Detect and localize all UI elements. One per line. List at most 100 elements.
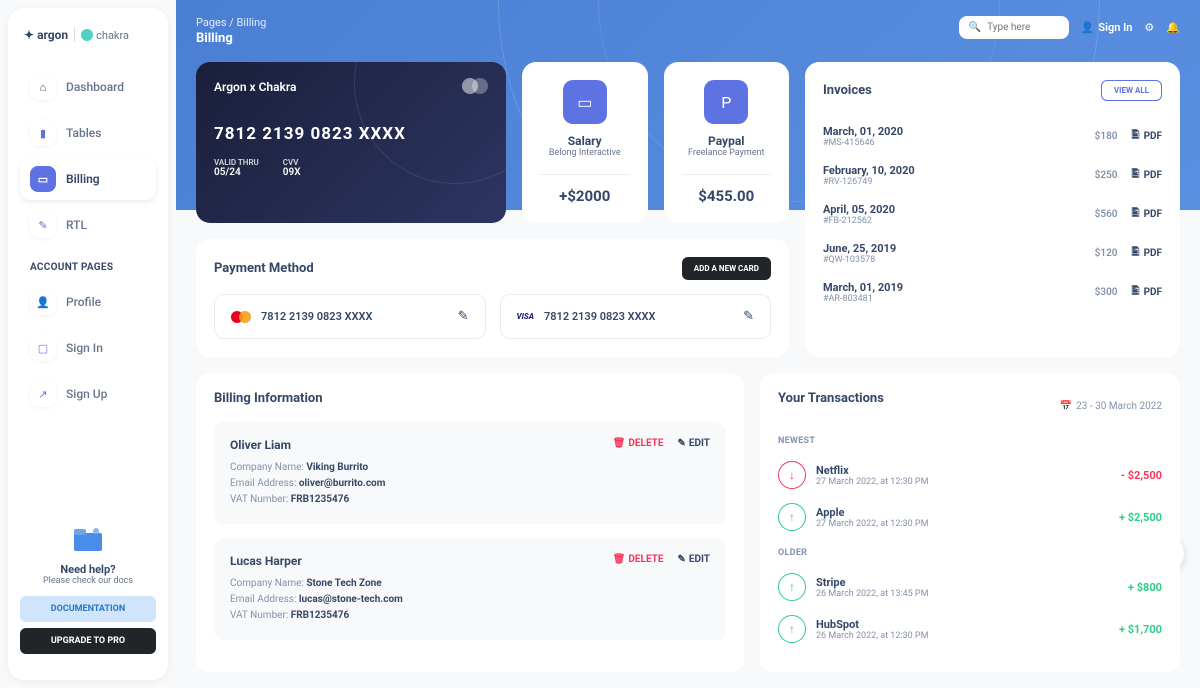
arrow-up-icon: ↑ (778, 573, 806, 601)
pdf-button[interactable]: 🖺PDF (1132, 206, 1162, 223)
calendar-icon: 📅 (1060, 401, 1072, 412)
visa-icon: VISA (517, 312, 534, 321)
transactions-date-range: 📅23 - 30 March 2022 (1060, 401, 1162, 412)
nav-signin[interactable]: ▢Sign In (20, 327, 156, 369)
arrow-up-icon: ↑ (778, 503, 806, 531)
nav-section-account: ACCOUNT PAGES (30, 262, 156, 273)
billing-item: Lucas HarperCompany Name: Stone Tech Zon… (214, 538, 726, 640)
edit-icon[interactable]: ✎ (743, 309, 754, 324)
transaction-row: ↓Netflix27 March 2022, at 12:30 PM- $2,5… (778, 454, 1162, 496)
pdf-button[interactable]: 🖺PDF (1132, 245, 1162, 262)
transaction-time: 26 March 2022, at 13:45 PM (816, 589, 928, 599)
paypal-card: P Paypal Freelance Payment $455.00 (664, 62, 790, 223)
pdf-button[interactable]: 🖺PDF (1132, 167, 1162, 184)
cc-cvv-label: CVV (283, 158, 301, 167)
transaction-name: Apple (816, 506, 928, 519)
document-icon: ▢ (30, 335, 56, 361)
upgrade-button[interactable]: UPGRADE TO PRO (20, 628, 156, 654)
transaction-name: HubSpot (816, 618, 928, 631)
nav-tables[interactable]: ▮Tables (20, 112, 156, 154)
cc-title: Argon x Chakra (214, 80, 488, 94)
transaction-amount: + $1,700 (1119, 623, 1162, 636)
nav-rtl[interactable]: ✎RTL (20, 204, 156, 246)
delete-button[interactable]: 🗑DELETE (613, 438, 664, 449)
invoice-row: March, 01, 2019#AR-803481$300🖺PDF (823, 273, 1162, 312)
nav-signup[interactable]: ↗Sign Up (20, 373, 156, 415)
invoices-card: Invoices VIEW ALL March, 01, 2020#MS-415… (805, 62, 1180, 357)
invoice-row: June, 25, 2019#QW-103578$120🖺PDF (823, 234, 1162, 273)
company-value: Viking Burrito (306, 462, 368, 473)
transaction-time: 27 March 2022, at 12:30 PM (816, 519, 928, 529)
payment-card-mastercard: 7812 2139 0823 XXXX ✎ (214, 294, 486, 339)
pencil-icon: ✎ (678, 554, 686, 565)
edit-icon[interactable]: ✎ (458, 309, 469, 324)
wallet-icon: ▭ (563, 80, 607, 124)
folder-icon (68, 525, 108, 555)
invoice-amount: $300 (1095, 287, 1118, 298)
bell-icon[interactable]: 🔔 (1166, 21, 1180, 34)
invoice-date: February, 10, 2020 (823, 164, 915, 177)
vat-value: FRB1235476 (291, 494, 349, 505)
pdf-icon: 🖺 (1132, 206, 1140, 223)
delete-button[interactable]: 🗑DELETE (613, 554, 664, 565)
section-older: OLDER (778, 548, 1162, 558)
invoice-amount: $250 (1095, 170, 1118, 181)
person-icon: 👤 (1081, 21, 1095, 34)
nav-profile[interactable]: 👤Profile (20, 281, 156, 323)
transaction-amount: + $800 (1128, 581, 1162, 594)
salary-title: Salary (540, 134, 630, 148)
tool-icon: ✎ (30, 212, 56, 238)
home-icon: ⌂ (30, 74, 56, 100)
trash-icon: 🗑 (613, 554, 626, 565)
invoice-id: #RV-126749 (823, 177, 915, 187)
gear-icon[interactable]: ⚙ (1144, 21, 1154, 34)
transaction-time: 26 March 2022, at 12:30 PM (816, 631, 928, 641)
email-label: Email Address: (230, 478, 296, 489)
vat-label: VAT Number: (230, 610, 288, 621)
email-value: lucas@stone-tech.com (299, 594, 403, 605)
mastercard-icon (462, 78, 488, 94)
view-all-button[interactable]: VIEW ALL (1101, 80, 1162, 101)
billing-info-card: Billing Information Oliver LiamCompany N… (196, 373, 744, 672)
paypal-title: Paypal (682, 134, 772, 148)
logo-row: ✦argon chakra (20, 24, 156, 46)
documentation-button[interactable]: DOCUMENTATION (20, 596, 156, 622)
transactions-card: Your Transactions 📅23 - 30 March 2022 NE… (760, 373, 1180, 672)
transaction-row: ↑Stripe26 March 2022, at 13:45 PM+ $800 (778, 566, 1162, 608)
search-input[interactable] (987, 22, 1059, 33)
billing-name: Oliver Liam (230, 438, 385, 452)
signin-link[interactable]: 👤Sign In (1081, 21, 1133, 34)
nav-dashboard[interactable]: ⌂Dashboard (20, 66, 156, 108)
payment-title: Payment Method (214, 261, 314, 276)
vat-value: FRB1235476 (291, 610, 349, 621)
billing-name: Lucas Harper (230, 554, 403, 568)
sidebar: ✦argon chakra ⌂Dashboard ▮Tables ▭Billin… (8, 8, 168, 680)
pdf-icon: 🖺 (1132, 245, 1140, 262)
invoice-id: #QW-103578 (823, 255, 896, 265)
cc-number: 7812 2139 0823 XXXX (214, 124, 488, 144)
page-title: Billing (196, 31, 266, 46)
email-label: Email Address: (230, 594, 296, 605)
pdf-button[interactable]: 🖺PDF (1132, 128, 1162, 145)
logo-separator (74, 28, 75, 42)
logo-chakra: chakra (81, 29, 129, 42)
transaction-row: ↑HubSpot26 March 2022, at 12:30 PM+ $1,7… (778, 608, 1162, 650)
edit-button[interactable]: ✎EDIT (678, 438, 711, 449)
email-value: oliver@burrito.com (299, 478, 385, 489)
add-card-button[interactable]: ADD A NEW CARD (682, 257, 771, 280)
main: Pages / Billing Billing 🔍 👤Sign In ⚙ 🔔 A… (176, 0, 1200, 688)
cc-thru: 05/24 (214, 167, 259, 178)
transaction-row: ↑Apple27 March 2022, at 12:30 PM+ $2,500 (778, 496, 1162, 538)
arrow-down-icon: ↓ (778, 461, 806, 489)
pdf-icon: 🖺 (1132, 284, 1140, 301)
credit-card: Argon x Chakra 7812 2139 0823 XXXX VALID… (196, 62, 506, 223)
card-number: 7812 2139 0823 XXXX (261, 310, 372, 323)
breadcrumb: Pages / Billing (196, 16, 266, 29)
transactions-title: Your Transactions (778, 391, 884, 406)
nav-billing[interactable]: ▭Billing (20, 158, 156, 200)
invoice-row: April, 05, 2020#FB-212562$560🖺PDF (823, 195, 1162, 234)
search-box[interactable]: 🔍 (959, 16, 1069, 39)
pdf-icon: 🖺 (1132, 128, 1140, 145)
pdf-button[interactable]: 🖺PDF (1132, 284, 1162, 301)
edit-button[interactable]: ✎EDIT (678, 554, 711, 565)
